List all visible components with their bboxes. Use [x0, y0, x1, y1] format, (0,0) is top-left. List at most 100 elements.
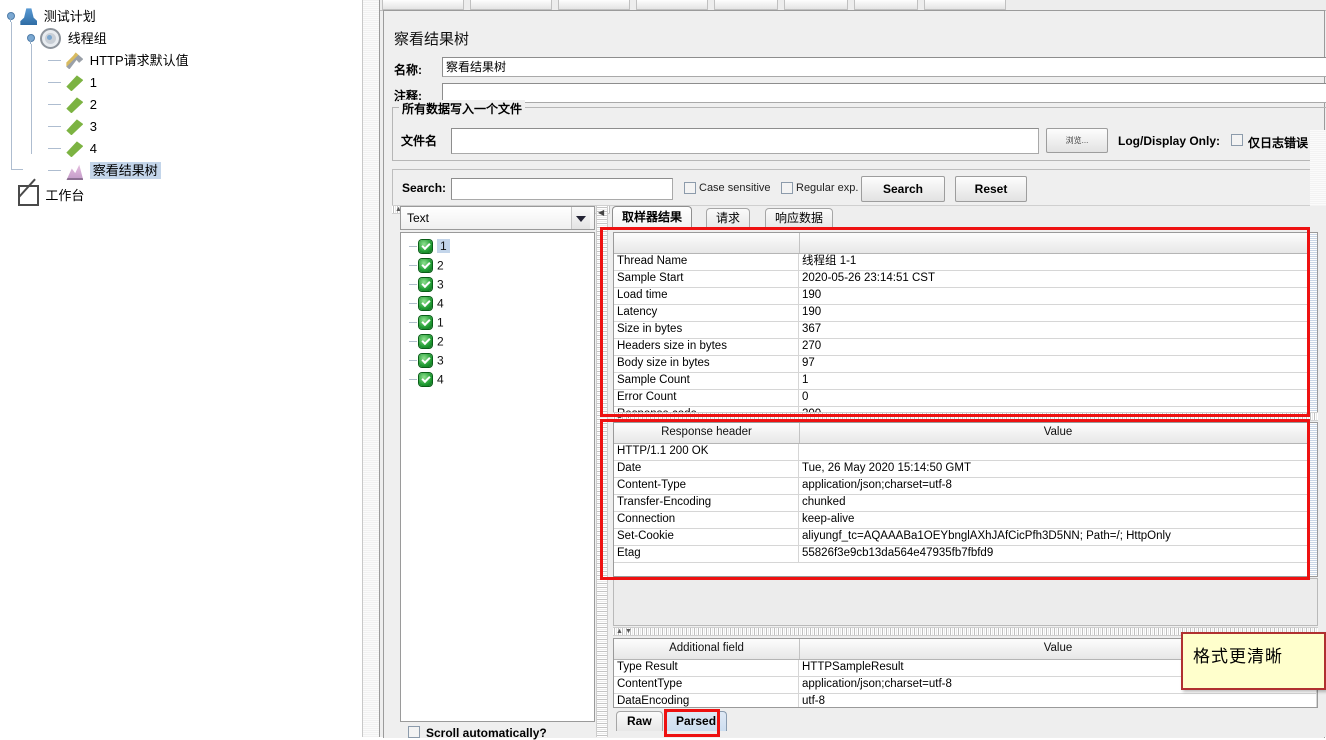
- tree-node-workbench[interactable]: 工作台: [0, 184, 379, 207]
- split-collapse-up-icon[interactable]: ▲: [616, 413, 623, 420]
- write-all-data-group: 所有数据写入一个文件 文件名 浏览... Log/Display Only: 仅…: [392, 100, 1326, 161]
- cell-value: chunked: [799, 495, 1317, 511]
- errors-only-checkbox[interactable]: [1231, 134, 1243, 146]
- result-label: 2: [437, 334, 444, 349]
- toolbar-button-group[interactable]: [784, 0, 848, 10]
- tree-node-sampler-1[interactable]: 1: [0, 71, 379, 93]
- split-collapse-up-icon[interactable]: ▲: [616, 628, 623, 635]
- toolbar-button-group[interactable]: [470, 0, 552, 10]
- table-row[interactable]: Thread Name 线程组 1-1: [614, 254, 1317, 271]
- list-item[interactable]: 4: [401, 370, 594, 389]
- table-scrollbar[interactable]: [1309, 423, 1317, 576]
- table-row[interactable]: Latency 190: [614, 305, 1317, 322]
- toolbar-button-group[interactable]: [558, 0, 630, 10]
- case-sensitive-label: Case sensitive: [699, 182, 771, 194]
- tree-node-thread-group[interactable]: 线程组: [0, 27, 379, 50]
- toolbar-button-group[interactable]: [636, 0, 708, 10]
- table-row[interactable]: Etag 55826f3e9cb13da564e47935fb7fbfd9: [614, 546, 1317, 563]
- filename-input[interactable]: [451, 128, 1039, 154]
- name-label: 名称:: [394, 63, 422, 77]
- tree-root[interactable]: 测试计划 线程组 HTTP请求默认值 1 2 3 4 察看结果树 工作台: [0, 5, 379, 207]
- vertical-split-handle[interactable]: ◀: [596, 206, 608, 737]
- table-scrollbar[interactable]: [1309, 233, 1317, 418]
- cell-field: ContentType: [614, 677, 799, 693]
- table-row[interactable]: Sample Start 2020-05-26 23:14:51 CST: [614, 271, 1317, 288]
- table-row[interactable]: DataEncoding utf-8: [614, 694, 1317, 707]
- table-row[interactable]: Headers size in bytes 270: [614, 339, 1317, 356]
- tab-parsed[interactable]: Parsed: [665, 711, 728, 731]
- table-row[interactable]: Sample Count 1: [614, 373, 1317, 390]
- search-bar: Search: Case sensitive Regular exp. Sear…: [392, 169, 1326, 207]
- renderer-selected-value: Text: [407, 211, 430, 225]
- sampler-result-table[interactable]: Thread Name 线程组 1-1 Sample Start 2020-05…: [613, 232, 1318, 419]
- tree-node-label: 线程组: [67, 30, 107, 46]
- cell-field: Connection: [614, 512, 799, 528]
- list-item[interactable]: 2: [401, 256, 594, 275]
- table-row[interactable]: Content-Type application/json;charset=ut…: [614, 478, 1317, 495]
- table-row[interactable]: Transfer-Encoding chunked: [614, 495, 1317, 512]
- cell-field: Set-Cookie: [614, 529, 799, 545]
- table-row[interactable]: Body size in bytes 97: [614, 356, 1317, 373]
- split-collapse-down-icon[interactable]: ▼: [625, 413, 632, 420]
- tree-node-view-results-tree[interactable]: 察看结果树: [0, 159, 379, 181]
- search-button[interactable]: Search: [861, 176, 945, 202]
- split-collapse-left-icon[interactable]: ◀: [598, 208, 604, 217]
- results-tree[interactable]: 1 2 3 4 1 2 3 4: [400, 232, 595, 722]
- list-item[interactable]: 2: [401, 332, 594, 351]
- workbench-icon: [18, 185, 39, 207]
- cell-field: Thread Name: [614, 254, 799, 270]
- renderer-select[interactable]: Text: [400, 206, 595, 230]
- table-row[interactable]: Date Tue, 26 May 2020 15:14:50 GMT: [614, 461, 1317, 478]
- tree-panel-scrollbar[interactable]: [362, 0, 379, 737]
- test-plan-icon: [20, 8, 38, 26]
- split-collapse-down-icon[interactable]: ▼: [625, 628, 632, 635]
- tree-node-sampler-4[interactable]: 4: [0, 137, 379, 159]
- tab-request[interactable]: 请求: [706, 208, 751, 228]
- table-row[interactable]: HTTP/1.1 200 OK: [614, 444, 1317, 461]
- toolbar-button-group[interactable]: [714, 0, 778, 10]
- name-input[interactable]: 察看结果树: [442, 57, 1326, 77]
- toolbar-button-group[interactable]: [382, 0, 464, 10]
- tree-node-http-defaults[interactable]: HTTP请求默认值: [0, 49, 379, 71]
- chevron-down-icon[interactable]: [571, 207, 590, 229]
- thread-group-icon: [40, 28, 62, 50]
- success-icon: [419, 297, 432, 311]
- regular-exp-label: Regular exp.: [796, 182, 859, 194]
- errors-only-label: 仅日志错误: [1248, 136, 1309, 150]
- table-row[interactable]: Connection keep-alive: [614, 512, 1317, 529]
- list-item[interactable]: 4: [401, 294, 594, 313]
- filename-label: 文件名: [401, 134, 438, 148]
- tab-response-data[interactable]: 响应数据: [765, 208, 834, 228]
- list-item[interactable]: 3: [401, 351, 594, 370]
- search-input[interactable]: [451, 178, 673, 200]
- tree-node-test-plan[interactable]: 测试计划: [0, 5, 379, 27]
- cell-value: aliyungf_tc=AQAAABa1OEYbnglAXhJAfCicPfh3…: [799, 529, 1317, 545]
- expand-handle-icon[interactable]: [24, 32, 37, 45]
- cell-value: 线程组 1-1: [799, 254, 1317, 270]
- table-row[interactable]: Load time 190: [614, 288, 1317, 305]
- tab-raw[interactable]: Raw: [616, 711, 663, 731]
- response-header-table[interactable]: Response header Value HTTP/1.1 200 OK Da…: [613, 422, 1318, 577]
- list-item[interactable]: 1: [401, 313, 594, 332]
- tree-node-sampler-3[interactable]: 3: [0, 115, 379, 137]
- table-row[interactable]: Size in bytes 367: [614, 322, 1317, 339]
- test-plan-tree-panel[interactable]: 测试计划 线程组 HTTP请求默认值 1 2 3 4 察看结果树 工作台: [0, 0, 380, 737]
- list-item[interactable]: 3: [401, 275, 594, 294]
- list-item[interactable]: 1: [401, 237, 594, 256]
- comment-input[interactable]: [442, 83, 1326, 103]
- cell-field: Latency: [614, 305, 799, 321]
- reset-button[interactable]: Reset: [955, 176, 1027, 202]
- tab-sampler-result[interactable]: 取样器结果: [612, 206, 693, 228]
- expand-handle-icon[interactable]: [4, 10, 17, 23]
- toolbar-button-group[interactable]: [854, 0, 918, 10]
- table-row[interactable]: Set-Cookie aliyungf_tc=AQAAABa1OEYbnglAX…: [614, 529, 1317, 546]
- case-sensitive-checkbox[interactable]: [684, 182, 696, 194]
- tree-node-sampler-2[interactable]: 2: [0, 93, 379, 115]
- toolbar-button-group[interactable]: [924, 0, 1006, 10]
- regular-exp-checkbox[interactable]: [781, 182, 793, 194]
- page-title: 察看结果树: [394, 31, 470, 48]
- detail-split-handle[interactable]: ▲ ▼: [613, 412, 1318, 421]
- scroll-automatically-checkbox[interactable]: [408, 726, 420, 738]
- browse-button[interactable]: 浏览...: [1046, 128, 1108, 153]
- table-row[interactable]: Error Count 0: [614, 390, 1317, 407]
